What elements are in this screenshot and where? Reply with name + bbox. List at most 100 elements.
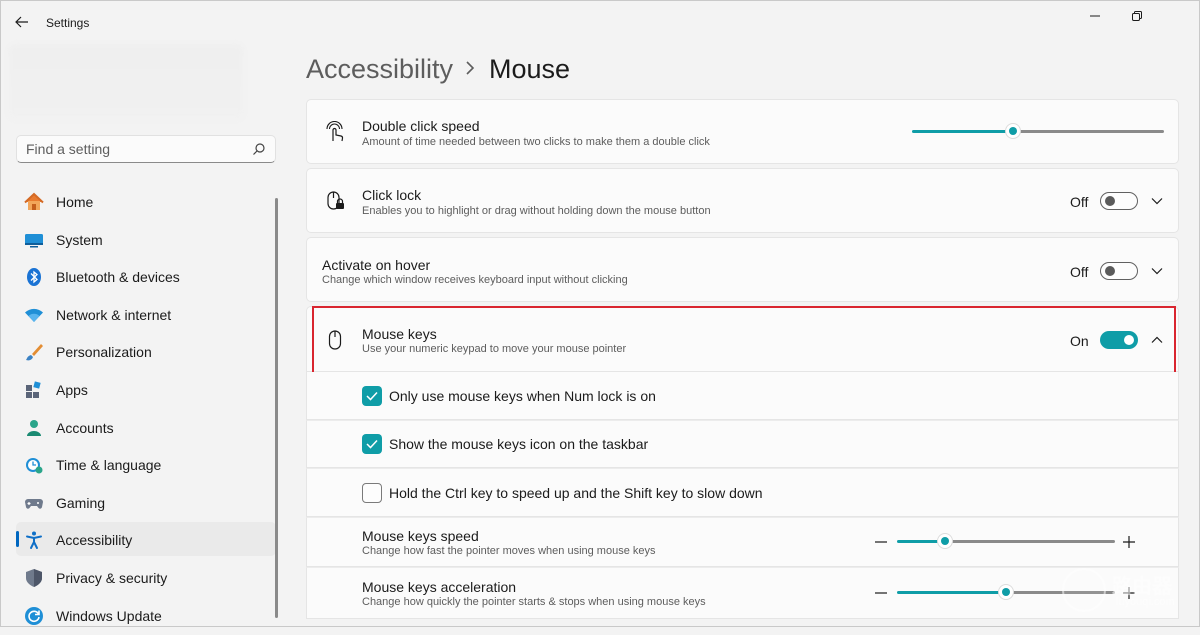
- activate-on-hover-toggle[interactable]: [1100, 262, 1138, 280]
- breadcrumb-parent[interactable]: Accessibility: [306, 54, 453, 85]
- slider-thumb[interactable]: [937, 533, 953, 549]
- minimize-button[interactable]: [1075, 4, 1115, 28]
- numlock-checkbox[interactable]: [362, 386, 382, 406]
- checkmark-icon: [366, 391, 378, 401]
- slider-track: [945, 540, 1115, 543]
- toggle-state-label: Off: [1070, 264, 1089, 280]
- sidebar-item-label: Bluetooth & devices: [56, 269, 180, 286]
- sidebar-item-label: Time & language: [56, 457, 162, 474]
- sidebar-item-accessibility[interactable]: Accessibility: [16, 522, 276, 557]
- click-lock-toggle[interactable]: [1100, 192, 1138, 210]
- mouse-keys-speed-row: Mouse keys speed Change how fast the poi…: [306, 517, 1179, 567]
- slider-track: [1013, 130, 1164, 133]
- sidebar-item-label: Personalization: [56, 344, 152, 361]
- checkbox-label: Only use mouse keys when Num lock is on: [389, 388, 656, 404]
- search-input[interactable]: [17, 136, 247, 162]
- minus-icon[interactable]: [873, 534, 889, 550]
- sidebar-item-system[interactable]: System: [16, 222, 276, 256]
- sidebar-item-label: Home: [56, 194, 94, 210]
- sidebar-item-time-language[interactable]: Time & language: [16, 447, 276, 481]
- sidebar-item-gaming[interactable]: Gaming: [16, 485, 276, 519]
- arrow-left-icon: [15, 16, 28, 28]
- plus-icon[interactable]: [1121, 534, 1137, 550]
- double-tap-icon: [323, 120, 347, 144]
- minus-icon[interactable]: [873, 585, 889, 601]
- sidebar-item-label: System: [56, 231, 103, 248]
- minimize-icon: [1090, 15, 1100, 17]
- search-box: [16, 135, 276, 163]
- setting-title: Activate on hover: [322, 257, 431, 273]
- sidebar-item-privacy[interactable]: Privacy & security: [16, 560, 276, 594]
- slider-fill: [897, 591, 1006, 594]
- setting-title: Mouse keys: [362, 326, 437, 342]
- slider-fill: [912, 130, 1013, 133]
- search-icon[interactable]: [252, 142, 266, 156]
- setting-title: Double click speed: [362, 118, 480, 134]
- chevron-down-icon[interactable]: [1150, 194, 1164, 208]
- double-click-speed-card: Double click speed Amount of time needed…: [306, 99, 1179, 164]
- selection-indicator: [16, 531, 19, 548]
- apps-icon: [24, 380, 44, 400]
- brush-icon: [24, 342, 44, 362]
- update-icon: [24, 606, 44, 626]
- page-title: Mouse: [489, 54, 571, 84]
- mouse-keys-option-taskbar-icon[interactable]: Show the mouse keys icon on the taskbar: [306, 420, 1179, 468]
- sidebar-item-bluetooth[interactable]: Bluetooth & devices: [16, 259, 276, 293]
- setting-description: Change how quickly the pointer starts & …: [362, 596, 706, 608]
- accessibility-icon: [24, 530, 44, 550]
- restore-button[interactable]: [1117, 4, 1157, 28]
- sidebar-item-label: Apps: [56, 381, 88, 398]
- watermark-subtext: luyouqi.com: [1116, 596, 1175, 608]
- chevron-down-icon[interactable]: [1150, 264, 1164, 278]
- setting-title: Mouse keys acceleration: [362, 579, 517, 595]
- chevron-up-icon[interactable]: [1150, 333, 1164, 347]
- taskbar-icon-checkbox[interactable]: [362, 434, 382, 454]
- sidebar-item-label: Accounts: [56, 419, 114, 436]
- slider-thumb[interactable]: [1005, 123, 1021, 139]
- user-profile-blurred: [8, 44, 244, 120]
- clock-globe-icon: [24, 455, 44, 475]
- bluetooth-icon: [24, 267, 44, 287]
- checkbox-label: Show the mouse keys icon on the taskbar: [389, 436, 649, 452]
- controller-icon: [24, 493, 44, 513]
- mouse-keys-toggle[interactable]: [1100, 331, 1138, 349]
- sidebar-item-apps[interactable]: Apps: [16, 372, 276, 406]
- sidebar-item-personalization[interactable]: Personalization: [16, 334, 276, 368]
- sidebar-scrollbar[interactable]: [275, 198, 278, 618]
- setting-description: Change how fast the pointer moves when u…: [362, 545, 656, 557]
- restore-icon: [1132, 11, 1142, 21]
- mouse-keys-card[interactable]: Mouse keys Use your numeric keypad to mo…: [306, 306, 1179, 372]
- window-title: Settings: [46, 16, 90, 30]
- sidebar-nav: Home System Bluetooth & devices Network …: [16, 184, 276, 635]
- sidebar-item-label: Privacy & security: [56, 569, 168, 586]
- activate-on-hover-card[interactable]: Activate on hover Change which window re…: [306, 237, 1179, 302]
- setting-title: Mouse keys speed: [362, 528, 479, 544]
- slider-thumb[interactable]: [998, 584, 1014, 600]
- sidebar-item-windows-update[interactable]: Windows Update: [16, 598, 276, 632]
- ctrl-shift-checkbox[interactable]: [362, 483, 382, 503]
- click-lock-card[interactable]: Click lock Enables you to highlight or d…: [306, 168, 1179, 233]
- watermark: 路由器 luyouqi.com: [1058, 566, 1198, 618]
- sidebar-item-accounts[interactable]: Accounts: [16, 410, 276, 444]
- title-bar: Settings: [0, 0, 1200, 46]
- wifi-icon: [24, 305, 44, 325]
- mouse-keys-acceleration-row: Mouse keys acceleration Change how quick…: [306, 567, 1179, 619]
- mouse-keys-speed-slider[interactable]: [897, 532, 1115, 552]
- setting-description: Amount of time needed between two clicks…: [362, 136, 710, 148]
- mouse-lock-icon: [323, 189, 347, 213]
- system-icon: [24, 230, 44, 250]
- back-button[interactable]: [10, 10, 34, 34]
- sidebar-item-home[interactable]: Home: [16, 184, 276, 218]
- shield-icon: [24, 568, 44, 588]
- sidebar-item-label: Network & internet: [56, 306, 172, 323]
- toggle-state-label: On: [1070, 333, 1089, 349]
- double-click-speed-slider[interactable]: [912, 122, 1164, 142]
- mouse-keys-option-ctrl-shift[interactable]: Hold the Ctrl key to speed up and the Sh…: [306, 468, 1179, 517]
- mouse-icon: [323, 328, 347, 352]
- home-icon: [24, 192, 44, 212]
- sidebar-item-network[interactable]: Network & internet: [16, 297, 276, 331]
- checkmark-icon: [366, 439, 378, 449]
- sidebar-item-label: Accessibility: [56, 532, 133, 549]
- mouse-keys-option-numlock[interactable]: Only use mouse keys when Num lock is on: [306, 372, 1179, 420]
- sidebar-item-label: Windows Update: [56, 607, 162, 624]
